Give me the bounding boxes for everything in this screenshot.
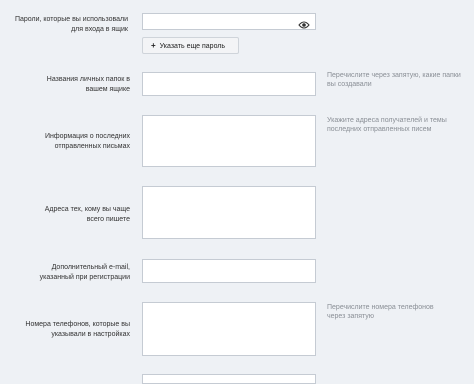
folders-label: Названия личных папок в вашем ящике bbox=[46, 76, 130, 93]
recent-emails-textarea[interactable] bbox=[142, 115, 316, 167]
add-password-button[interactable]: + Указать еще пароль bbox=[142, 37, 239, 54]
phones-textarea[interactable] bbox=[142, 302, 316, 356]
phones-hint: Перечислите номера телефонов через запят… bbox=[327, 304, 434, 320]
eye-icon[interactable] bbox=[298, 17, 310, 29]
extra-email-input[interactable] bbox=[142, 259, 316, 283]
recent-emails-label: Информация о последних отправленных пись… bbox=[44, 133, 130, 150]
phones-label: Номера телефонов, которые вы указывали в… bbox=[25, 321, 130, 338]
add-password-label: Указать еще пароль bbox=[159, 43, 226, 50]
recent-emails-hint: Укажите адреса получателей и темы послед… bbox=[327, 117, 447, 133]
folders-input[interactable] bbox=[142, 72, 316, 96]
extra-email-label: Дополнительный e-mail, указанный при рег… bbox=[39, 264, 130, 281]
plus-icon: + bbox=[151, 41, 156, 50]
frequent-addresses-textarea[interactable] bbox=[142, 186, 316, 239]
folders-hint: Перечислите через запятую, какие папки в… bbox=[327, 72, 461, 88]
passwords-label: Пароли, которые вы использовали для вход… bbox=[14, 16, 128, 33]
password-input[interactable] bbox=[142, 13, 316, 30]
frequent-addresses-label: Адреса тех, кому вы чаще всего пишете bbox=[44, 206, 130, 223]
next-field-partial[interactable] bbox=[142, 374, 316, 384]
